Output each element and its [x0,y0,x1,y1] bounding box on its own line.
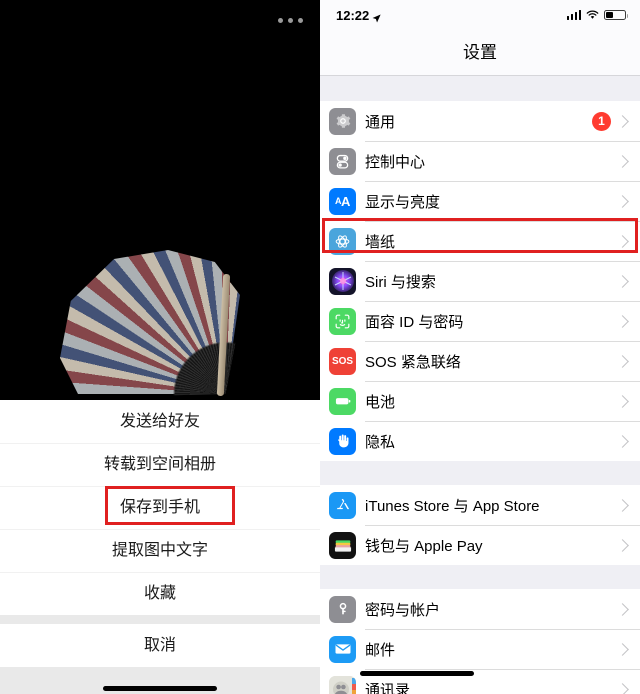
chevron-right-icon [616,602,629,616]
wifi-icon [586,8,599,23]
section-gap [320,565,640,589]
action-label: 提取图中文字 [111,542,208,559]
battery-icon [329,387,356,415]
settings-row-wallet-apple-pay[interactable]: 钱包与 Apple Pay [320,525,640,565]
photo-area[interactable] [0,0,320,400]
action-label: 收藏 [143,585,176,602]
home-indicator-overlap [360,671,474,676]
section-gap [320,461,640,485]
chevron-right-icon [616,434,629,448]
settings-group-1: 通用 1 控制中心 AA 显示与亮度 墙纸 Siri 与搜索 面容 ID 与密码… [320,101,640,461]
action-label: 保存到手机 [119,499,200,516]
chevron-right-icon [616,154,629,168]
settings-row-label: 密码与帐户 [365,601,441,619]
action-label: 转载到空间相册 [103,456,216,473]
settings-row-privacy[interactable]: 隐私 [320,421,640,461]
action-label: 取消 [143,637,176,654]
status-bar: 12:22 [320,0,640,30]
settings-row-general[interactable]: 通用 1 [320,101,640,141]
qq-image-viewer-panel: 发送给好友 转载到空间相册 保存到手机 提取图中文字 收藏 取消 [0,0,320,694]
settings-row-siri-search[interactable]: Siri 与搜索 [320,261,640,301]
location-arrow-icon [372,11,381,22]
gear-icon [329,107,356,135]
settings-row-passwords-accounts[interactable]: 密码与帐户 [320,589,640,629]
settings-row-label: iTunes Store 与 App Store [365,497,540,515]
mail-icon [329,635,356,663]
more-options-button[interactable] [278,18,303,23]
action-repost-to-qzone-album[interactable]: 转载到空间相册 [0,443,320,486]
settings-row-mail[interactable]: 邮件 [320,629,640,669]
status-badge: 1 [592,111,611,131]
contacts-icon [329,675,356,694]
ios-settings-panel: 12:22 设置 通用 1 控制中心 A A 显示与亮度 墙纸 Siri 与搜索… [320,0,640,694]
dot-icon [298,18,303,23]
settings-row-battery[interactable]: 电池 [320,381,640,421]
settings-row-label: SOS 紧急联络 [365,353,461,371]
section-gap [320,76,640,101]
status-bar-left: 12:22 [336,8,381,23]
settings-row-label: 隐私 [365,433,396,451]
dot-icon [278,18,283,23]
action-extract-text-from-image[interactable]: 提取图中文字 [0,529,320,572]
action-sheet: 发送给好友 转载到空间相册 保存到手机 提取图中文字 收藏 取消 [0,400,320,694]
settings-group-3: 密码与帐户 邮件 通讯录 [320,589,640,694]
privacy-hand-icon [329,427,356,455]
screenshot-root: 发送给好友 转载到空间相册 保存到手机 提取图中文字 收藏 取消 12:22 设… [0,0,640,694]
chevron-right-icon [616,642,629,656]
battery-icon [604,9,628,21]
settings-row-label: Siri 与搜索 [365,273,436,291]
status-bar-right [566,8,628,23]
settings-row-label: 电池 [365,393,396,411]
face-id-icon [329,307,356,335]
settings-row-label: 通讯录 [365,681,411,694]
settings-row-control-center[interactable]: 控制中心 [320,141,640,181]
cellular-signal-icon [566,10,581,20]
action-send-to-friend[interactable]: 发送给好友 [0,400,320,443]
settings-row-label: 通用 [365,113,396,131]
page-title: 设置 [320,30,640,76]
action-label: 发送给好友 [119,413,200,430]
chevron-right-icon [616,274,629,288]
app-store-icon [329,491,356,519]
settings-row-emergency-sos[interactable]: SOS SOS 紧急联络 [320,341,640,381]
folding-fan-image [60,250,240,400]
chevron-right-icon [616,498,629,512]
settings-row-label: 面容 ID 与密码 [365,313,464,331]
display-brightness-icon: AA [329,187,356,215]
sheet-footer [0,667,320,694]
chevron-right-icon [616,194,629,208]
settings-row-label: 钱包与 Apple Pay [365,537,483,555]
action-sheet-cancel-group: 取消 [0,624,320,667]
chevron-right-icon [616,314,629,328]
sos-icon: SOS [329,347,356,375]
chevron-right-icon [616,538,629,552]
chevron-right-icon [616,682,629,694]
dot-icon [288,18,293,23]
home-indicator [103,686,217,691]
settings-row-itunes-app-store[interactable]: iTunes Store 与 App Store [320,485,640,525]
action-cancel[interactable]: 取消 [0,624,320,667]
wallet-icon [329,531,356,559]
chevron-right-icon [616,394,629,408]
status-time: 12:22 [336,7,370,23]
siri-icon [329,267,356,295]
settings-row-label: 控制中心 [365,153,426,171]
settings-row-label: 墙纸 [365,233,396,251]
settings-row-label: 显示与亮度 [365,193,441,211]
control-center-icon [329,147,356,175]
settings-row-wallpaper[interactable]: 墙纸 [320,221,640,261]
action-sheet-group: 发送给好友 转载到空间相册 保存到手机 提取图中文字 收藏 [0,400,320,615]
wallpaper-icon [329,227,356,255]
settings-row-label: 邮件 [365,641,396,659]
settings-group-2: iTunes Store 与 App Store 钱包与 Apple Pay [320,485,640,565]
chevron-right-icon [616,354,629,368]
settings-row-face-id[interactable]: 面容 ID 与密码 [320,301,640,341]
key-icon [329,595,356,623]
settings-row-display-brightness[interactable]: AA 显示与亮度 [320,181,640,221]
action-save-to-phone[interactable]: 保存到手机 [0,486,320,529]
action-favorite[interactable]: 收藏 [0,572,320,615]
chevron-right-icon [616,234,629,248]
action-sheet-divider [0,615,320,624]
chevron-right-icon [616,114,629,128]
